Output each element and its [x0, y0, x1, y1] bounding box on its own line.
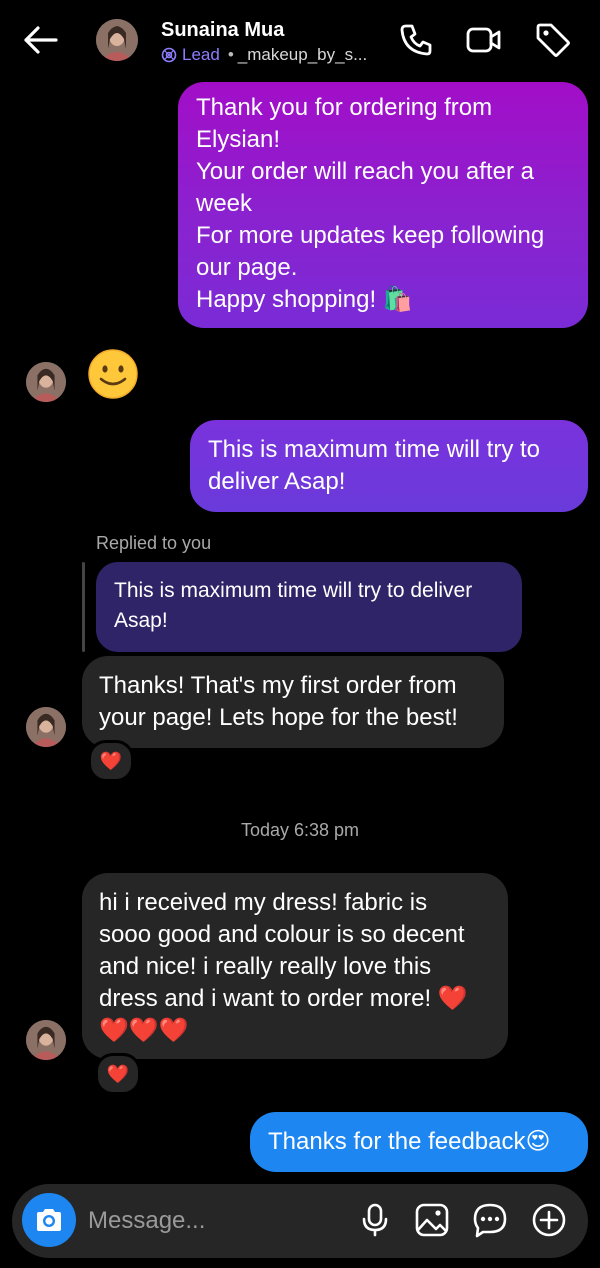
- camera-button[interactable]: [22, 1193, 76, 1247]
- contact-subtitle: Lead • _makeup_by_s...: [161, 45, 367, 65]
- heart-reaction[interactable]: ❤️: [88, 740, 134, 782]
- image-icon[interactable]: [414, 1202, 450, 1238]
- outgoing-message[interactable]: This is maximum time will try to deliver…: [190, 420, 588, 512]
- outgoing-message[interactable]: Thank you for ordering from Elysian! You…: [178, 82, 588, 328]
- message-line: our page.: [196, 254, 298, 281]
- sticker-icon[interactable]: [472, 1202, 508, 1238]
- sender-avatar[interactable]: [26, 362, 66, 402]
- message-line: ❤️❤️❤️: [99, 1017, 189, 1044]
- heart-icon: ❤️: [99, 750, 123, 771]
- timestamp: Today 6:38 pm: [240, 820, 360, 840]
- phone-icon[interactable]: [397, 21, 435, 59]
- message-line: week: [196, 190, 253, 217]
- outgoing-message[interactable]: Thanks for the feedback😍: [250, 1112, 588, 1172]
- message-line: Happy shopping! 🛍️: [196, 286, 413, 313]
- incoming-message[interactable]: hi i received my dress! fabric is sooo g…: [82, 873, 508, 1059]
- smiley-emoji-message[interactable]: [87, 348, 139, 400]
- message-line: and nice! i really really love this: [99, 953, 432, 980]
- camera-icon: [37, 1209, 61, 1231]
- message-line: Elysian!: [196, 126, 281, 153]
- plus-icon[interactable]: [531, 1202, 567, 1238]
- message-line: dress and i want to order more! ❤️: [99, 985, 468, 1012]
- sender-avatar[interactable]: [26, 707, 66, 747]
- message-line: For more updates keep following: [196, 222, 545, 249]
- contact-name[interactable]: Sunaina Mua: [161, 19, 284, 42]
- message-line: Thank you for ordering from: [196, 94, 493, 121]
- quote-bar: [82, 562, 85, 652]
- contact-avatar[interactable]: [96, 19, 138, 61]
- message-line: sooo good and colour is so decent: [99, 921, 465, 948]
- message-input[interactable]: [88, 1203, 338, 1239]
- microphone-icon[interactable]: [357, 1202, 393, 1238]
- contact-username: _makeup_by_s...: [237, 45, 368, 64]
- quote-line: This is maximum time will try to deliver: [114, 579, 473, 602]
- message-line: deliver Asap!: [208, 468, 346, 495]
- message-line: your page! Lets hope for the best!: [99, 704, 458, 731]
- message-line: hi i received my dress! fabric is: [99, 889, 428, 916]
- sender-avatar[interactable]: [26, 1020, 66, 1060]
- message-line: Your order will reach you after a: [196, 158, 534, 185]
- video-icon[interactable]: [465, 21, 503, 59]
- message-line: This is maximum time will try to: [208, 436, 541, 463]
- back-arrow-icon[interactable]: [20, 22, 60, 58]
- separator-dot: •: [227, 45, 234, 64]
- tag-icon[interactable]: [534, 21, 572, 59]
- replied-label: Replied to you: [96, 533, 212, 553]
- quoted-message[interactable]: This is maximum time will try to deliver…: [96, 562, 522, 652]
- message-text: Thanks for the feedback😍: [268, 1128, 551, 1155]
- heart-icon: ❤️: [106, 1063, 130, 1084]
- quote-line: Asap!: [114, 609, 168, 632]
- lead-icon: [161, 47, 177, 63]
- heart-reaction[interactable]: ❤️: [95, 1053, 141, 1095]
- message-line: Thanks! That's my first order from: [99, 672, 457, 699]
- incoming-message[interactable]: Thanks! That's my first order from your …: [82, 656, 504, 748]
- lead-label: Lead: [182, 45, 220, 64]
